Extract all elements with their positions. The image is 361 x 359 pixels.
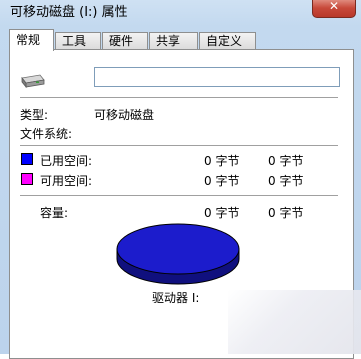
watermark-overlay	[228, 290, 361, 354]
capacity-label: 容量:	[40, 206, 69, 220]
properties-window: 可移动磁盘 (I:) 属性 ✕ 常规 工具 硬件 共享 自定义 类型: 可移动磁…	[0, 0, 361, 359]
capacity-bytes: 0 字节	[204, 206, 240, 220]
tab-strip: 常规 工具 硬件 共享 自定义	[9, 29, 354, 51]
type-value: 可移动磁盘	[94, 108, 155, 122]
tab-sharing[interactable]: 共享	[149, 32, 198, 49]
disk-usage-pie-chart	[116, 223, 240, 285]
type-label: 类型:	[20, 108, 49, 122]
close-button[interactable]: ✕	[312, 0, 356, 18]
filesystem-label: 文件系统:	[20, 127, 73, 141]
drive-name-input[interactable]	[94, 67, 340, 87]
capacity-size: 0 字节	[268, 206, 304, 220]
drive-letter-label: 驱动器 I:	[152, 291, 200, 305]
free-space-size: 0 字节	[268, 174, 304, 188]
tab-general[interactable]: 常规	[9, 29, 54, 51]
free-space-bytes: 0 字节	[204, 174, 240, 188]
free-space-label: 可用空间:	[40, 174, 93, 188]
close-icon: ✕	[328, 0, 340, 13]
used-space-swatch	[21, 153, 33, 165]
free-space-swatch	[21, 173, 33, 185]
separator-top	[20, 97, 338, 98]
tab-customize[interactable]: 自定义	[199, 32, 256, 49]
tab-hardware[interactable]: 硬件	[102, 32, 148, 49]
tab-tools[interactable]: 工具	[55, 32, 101, 49]
removable-drive-icon	[21, 74, 45, 89]
used-space-bytes: 0 字节	[204, 154, 240, 168]
window-title: 可移动磁盘 (I:) 属性	[10, 5, 128, 20]
used-space-size: 0 字节	[268, 154, 304, 168]
separator-middle	[20, 145, 338, 146]
title-bar[interactable]: 可移动磁盘 (I:) 属性 ✕	[0, 0, 361, 24]
separator-bottom	[20, 195, 338, 196]
used-space-label: 已用空间:	[40, 154, 93, 168]
pie-used-slice	[116, 223, 240, 275]
